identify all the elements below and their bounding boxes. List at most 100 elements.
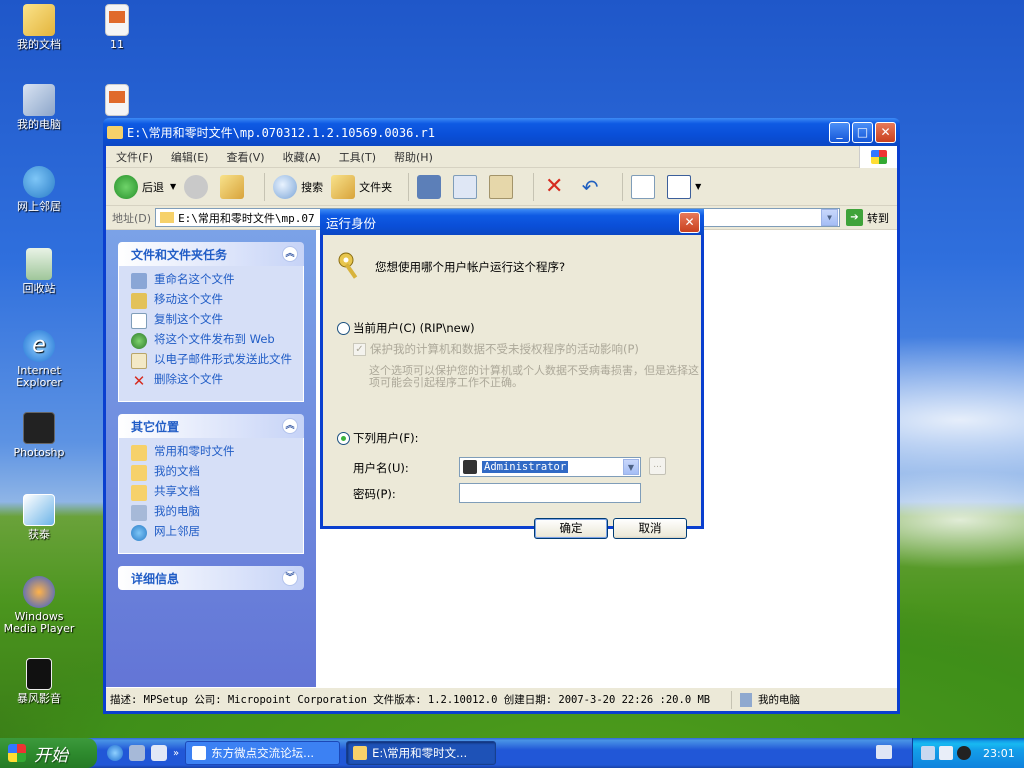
username-combobox[interactable]: Administrator ▼ (459, 457, 641, 477)
ok-button[interactable]: 确定 (534, 518, 608, 539)
dialog-close-button[interactable]: ✕ (679, 211, 700, 233)
chevron-down-icon[interactable]: ▼ (623, 459, 639, 475)
task-move[interactable]: 移动这个文件 (131, 293, 297, 309)
run-as-dialog: 运行身份 ✕ 您想使用哪个用户帐户运行这个程序? 当前用户(C) (RIP\ne… (320, 209, 704, 539)
password-field[interactable] (459, 483, 641, 503)
password-label: 密码(P): (353, 487, 396, 501)
search-button[interactable]: 搜索 (273, 172, 323, 202)
other-places-header[interactable]: 其它位置 ︽ (118, 414, 304, 438)
speaker-icon[interactable] (957, 746, 971, 760)
details-header[interactable]: 详细信息 ︾ (118, 566, 304, 590)
toolbar-divider (264, 172, 266, 201)
task-email[interactable]: 以电子邮件形式发送此文件 (131, 353, 297, 369)
folder-icon (160, 212, 175, 223)
go-button[interactable]: ➔ 转到 (846, 209, 889, 226)
place-my-documents[interactable]: 我的文档 (131, 465, 297, 481)
ie-icon[interactable] (107, 745, 123, 761)
collapse-icon[interactable]: ︽ (282, 418, 298, 434)
menu-help[interactable]: 帮助(H) (394, 149, 433, 165)
start-button[interactable]: 开始 (0, 738, 97, 768)
place-label: 我的文档 (154, 464, 200, 478)
forward-button[interactable] (184, 172, 212, 202)
desktop-icon-recycle-bin[interactable]: 回收站 (0, 248, 78, 295)
cut-button[interactable] (417, 172, 445, 202)
explorer-titlebar[interactable]: E:\常用和零时文件\mp.070312.1.2.10569.0036.r1 _… (103, 118, 900, 146)
following-user-radio[interactable] (337, 431, 350, 445)
current-user-radio[interactable] (337, 321, 350, 335)
task-pane: 文件和文件夹任务 ︽ 重命名这个文件 移动这个文件 复制这个文件 将这个文件发布… (106, 230, 316, 687)
task-publish-web[interactable]: 将这个文件发布到 Web (131, 333, 297, 349)
menu-favorites[interactable]: 收藏(A) (283, 149, 321, 165)
desktop-icon-label: 我的电脑 (17, 118, 61, 131)
properties-button[interactable] (631, 172, 659, 202)
desktop-icon-my-computer[interactable]: 我的电脑 (0, 84, 78, 131)
paste-button[interactable] (489, 172, 517, 202)
windows-flag-icon (8, 744, 26, 762)
menu-tools[interactable]: 工具(T) (339, 149, 376, 165)
file-icon (105, 84, 129, 116)
place-my-computer[interactable]: 我的电脑 (131, 505, 297, 521)
dialog-question: 您想使用哪个用户帐户运行这个程序? (375, 260, 566, 274)
desktop-icon-media-player[interactable]: Windows Media Player (0, 576, 78, 635)
desktop-icon-baofeng[interactable]: 暴风影音 (0, 658, 78, 705)
app-icon[interactable] (151, 745, 167, 761)
properties-icon (631, 174, 656, 199)
browse-button[interactable]: ... (649, 457, 666, 475)
expand-icon[interactable]: ︾ (282, 570, 298, 586)
computer-icon[interactable] (129, 745, 145, 761)
place-shared-documents[interactable]: 共享文档 (131, 485, 297, 501)
close-button[interactable]: ✕ (875, 121, 896, 143)
desktop-icon-huotai[interactable]: 获泰 (0, 494, 78, 541)
task-label: E:\常用和零时文... (372, 746, 468, 760)
menu-view[interactable]: 查看(V) (226, 149, 264, 165)
computer-icon (23, 84, 55, 116)
back-button[interactable]: 后退 ▼ (114, 172, 176, 202)
menu-edit[interactable]: 编辑(E) (171, 149, 209, 165)
go-arrow-icon: ➔ (846, 209, 863, 226)
maximize-button[interactable]: □ (852, 121, 873, 143)
desktop-icon-ie[interactable]: e Internet Explorer (0, 330, 78, 389)
views-button[interactable]: ▼ (667, 172, 701, 202)
undo-button[interactable]: ↶ (578, 172, 606, 202)
details-panel: 详细信息 ︾ (118, 566, 304, 590)
menu-file[interactable]: 文件(F) (116, 149, 153, 165)
following-user-option[interactable]: 下列用户(F): (337, 430, 418, 446)
task-copy[interactable]: 复制这个文件 (131, 313, 297, 329)
quick-launch-more-button[interactable]: » (173, 748, 179, 759)
desktop-icon-my-documents[interactable]: 我的文档 (0, 4, 78, 51)
minimize-button[interactable]: _ (829, 121, 850, 143)
recycle-bin-icon (26, 248, 52, 280)
security-tray-icon[interactable] (939, 746, 953, 760)
clock[interactable]: 23:01 (983, 747, 1015, 760)
task-delete[interactable]: ✕ 删除这个文件 (131, 373, 297, 389)
collapse-icon[interactable]: ︽ (282, 246, 298, 262)
dialog-titlebar[interactable]: 运行身份 ✕ (320, 209, 704, 235)
desktop-icon-photoshop[interactable]: Photoshp (0, 412, 78, 459)
desktop-icon-network[interactable]: 网上邻居 (0, 166, 78, 213)
taskbar-item-forum[interactable]: 东方微点交流论坛... (185, 741, 341, 765)
keyboard-icon[interactable] (876, 745, 892, 759)
chevron-down-icon[interactable]: ▼ (821, 209, 838, 226)
protect-checkbox[interactable]: ✓ (353, 342, 366, 356)
cancel-button[interactable]: 取消 (613, 518, 687, 539)
up-button[interactable] (220, 172, 248, 202)
desktop-icon-file[interactable] (78, 84, 156, 119)
place-network[interactable]: 网上邻居 (131, 525, 297, 541)
desktop-icon-label: 暴风影音 (17, 692, 61, 705)
file-tasks-body: 重命名这个文件 移动这个文件 复制这个文件 将这个文件发布到 Web 以电子邮件… (118, 266, 304, 402)
media-player-icon (23, 576, 55, 608)
folders-button[interactable]: 文件夹 (331, 172, 392, 202)
task-label: 将这个文件发布到 Web (154, 332, 275, 346)
delete-button[interactable]: ✕ (542, 172, 570, 202)
desktop-icon-label: 回收站 (22, 282, 56, 295)
place-folder[interactable]: 常用和零时文件 (131, 445, 297, 461)
place-label: 网上邻居 (154, 524, 200, 538)
task-rename[interactable]: 重命名这个文件 (131, 273, 297, 289)
copy-button[interactable] (453, 172, 481, 202)
file-tasks-header[interactable]: 文件和文件夹任务 ︽ (118, 242, 304, 266)
desktop-icon-file-11[interactable]: 11 (78, 4, 156, 51)
user-icon (463, 460, 477, 474)
current-user-option[interactable]: 当前用户(C) (RIP\new) (337, 320, 475, 336)
network-tray-icon[interactable] (921, 746, 935, 760)
taskbar-item-explorer[interactable]: E:\常用和零时文... (346, 741, 497, 765)
